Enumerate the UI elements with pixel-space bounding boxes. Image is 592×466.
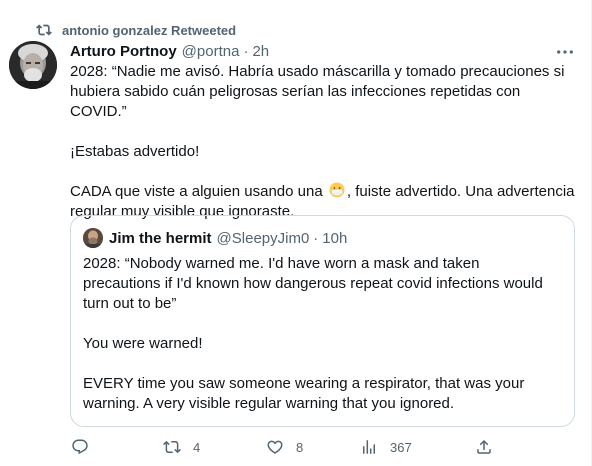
tweet[interactable]: antonio gonzalez Retweeted Arturo Portno…	[0, 0, 592, 466]
author-avatar[interactable]	[9, 41, 57, 89]
views-count: 367	[390, 439, 412, 455]
tweet-text: 2028: “Nadie me avisó. Habría usado másc…	[70, 62, 575, 222]
quoted-tweet-text: 2028: “Nobody warned me. I'd have worn a…	[83, 254, 558, 414]
mask-emoji-icon	[329, 182, 345, 198]
retweet-label[interactable]: antonio gonzalez Retweeted	[62, 23, 236, 38]
quoted-tweet-header: Jim the hermit @SleepyJim0 · 10h	[83, 228, 347, 248]
reply-button[interactable]	[71, 437, 89, 457]
action-bar: 4 8 367	[70, 437, 493, 457]
quoted-paragraph: EVERY time you saw someone wearing a res…	[83, 375, 525, 412]
tweet-text-segment: CADA que viste a alguien usando una	[70, 183, 323, 200]
views-icon	[360, 438, 378, 456]
quoted-timestamp[interactable]: 10h	[322, 230, 347, 247]
retweet-icon	[163, 438, 181, 456]
more-icon	[556, 49, 574, 55]
separator: ·	[313, 229, 319, 247]
heart-icon	[266, 438, 284, 456]
quoted-paragraph: You were warned!	[83, 335, 203, 352]
retweet-icon	[36, 22, 52, 38]
quoted-author-handle[interactable]: @SleepyJim0	[217, 230, 310, 247]
tweet-paragraph: ¡Estabas advertido!	[70, 143, 200, 160]
retweet-button[interactable]: 4	[163, 437, 200, 457]
quoted-tweet[interactable]: Jim the hermit @SleepyJim0 · 10h 2028: “…	[70, 215, 575, 427]
tweet-header: Arturo Portnoy @portna · 2h	[70, 41, 269, 61]
like-button[interactable]: 8	[266, 437, 303, 457]
like-count: 8	[296, 439, 304, 455]
author-handle[interactable]: @portna	[182, 43, 240, 60]
more-button[interactable]	[555, 43, 575, 61]
retweet-context: antonio gonzalez Retweeted	[36, 20, 236, 40]
share-button[interactable]	[475, 437, 493, 457]
retweet-count: 4	[193, 439, 201, 455]
views-button[interactable]: 367	[360, 437, 412, 457]
reply-icon	[71, 438, 89, 456]
tweet-paragraph: 2028: “Nadie me avisó. Habría usado másc…	[70, 63, 565, 120]
quoted-author-avatar[interactable]	[83, 228, 103, 248]
author-name[interactable]: Arturo Portnoy	[70, 43, 177, 60]
quoted-paragraph: 2028: “Nobody warned me. I'd have worn a…	[83, 255, 543, 312]
quoted-author-name[interactable]: Jim the hermit	[109, 230, 212, 247]
timestamp[interactable]: 2h	[252, 43, 269, 60]
share-icon	[475, 438, 493, 456]
separator: ·	[243, 42, 249, 60]
